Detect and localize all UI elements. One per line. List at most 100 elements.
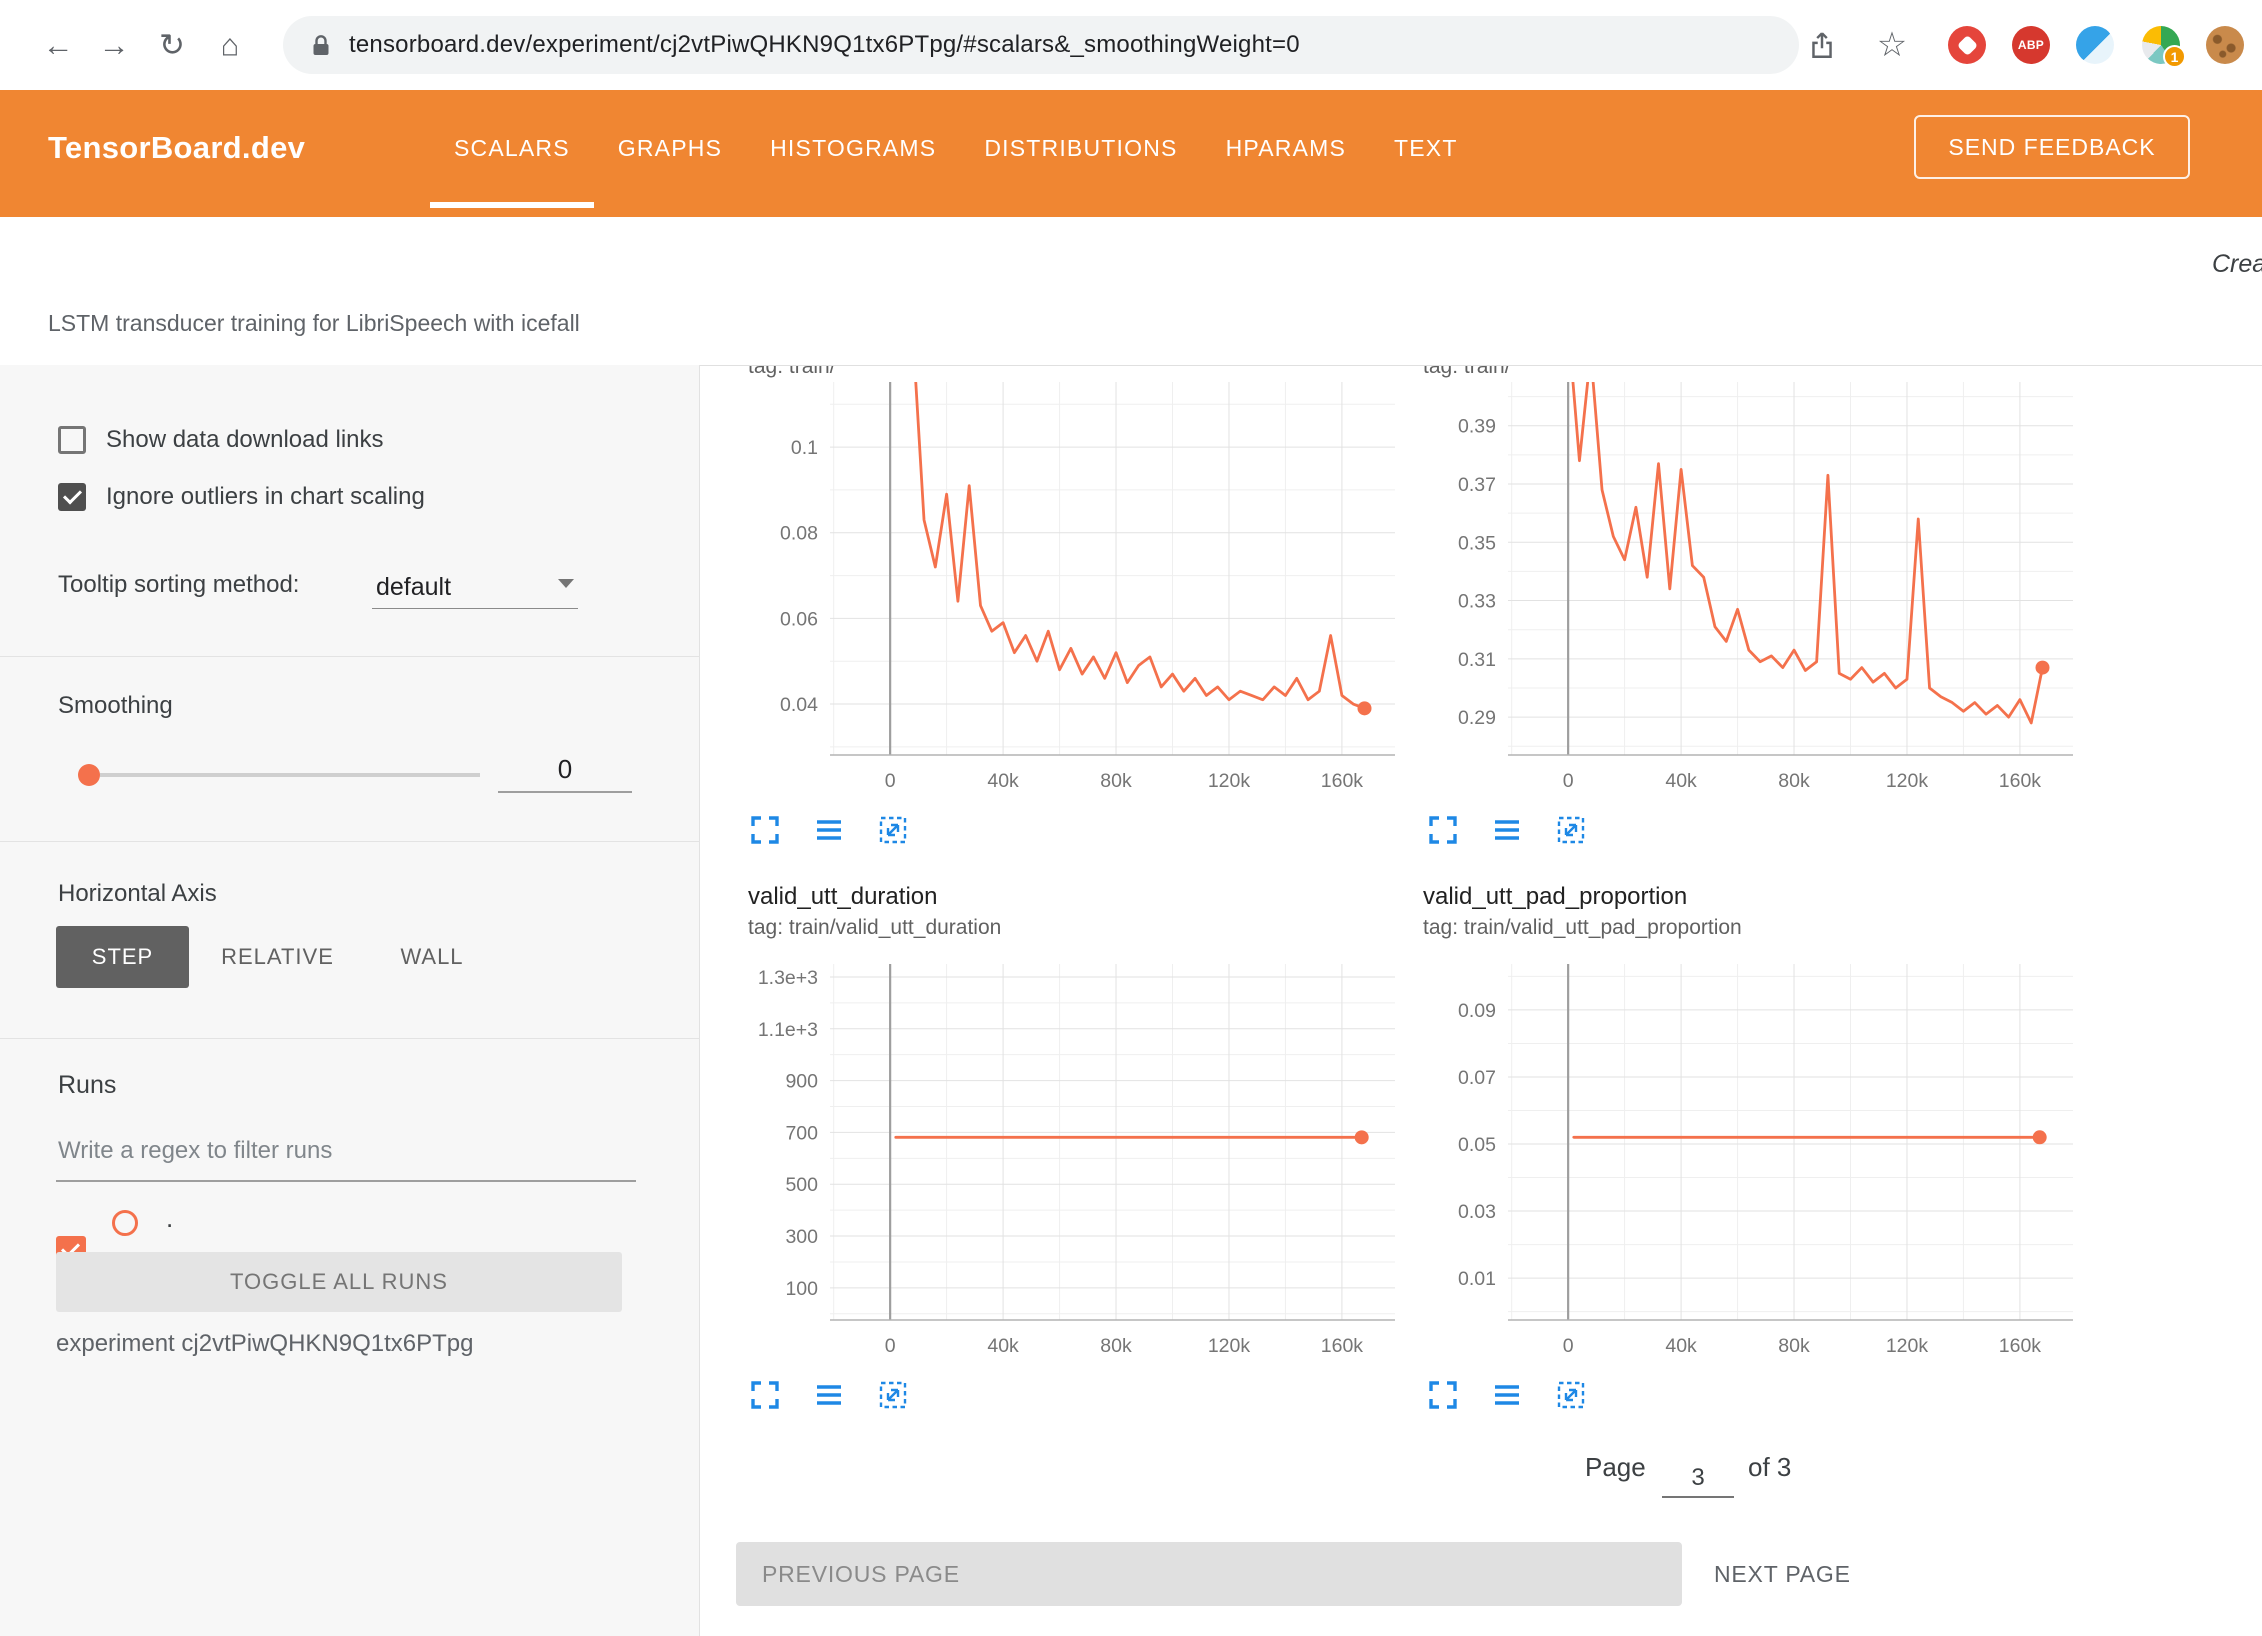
url-bar[interactable]: tensorboard.dev/experiment/cj2vtPiwQHKN9… (283, 16, 1799, 74)
fullscreen-icon[interactable] (1426, 1378, 1460, 1412)
chart-tag: tag: train/valid_utt_duration (748, 915, 1001, 941)
svg-text:0: 0 (1563, 770, 1574, 792)
smoothing-label: Smoothing (58, 692, 173, 720)
sidebar-divider (0, 841, 700, 842)
svg-text:1.3e+3: 1.3e+3 (758, 967, 818, 989)
svg-text:160k: 160k (1999, 770, 2042, 792)
nav-item-distributions[interactable]: DISTRIBUTIONS (984, 135, 1177, 162)
forward-button[interactable]: → (99, 30, 130, 61)
sidebar-divider (0, 1038, 700, 1039)
data-table-icon[interactable] (812, 1378, 846, 1412)
ignore-outliers-label: Ignore outliers in chart scaling (106, 483, 425, 511)
svg-text:0.03: 0.03 (1458, 1201, 1496, 1223)
svg-text:160k: 160k (1321, 770, 1364, 792)
svg-text:0.33: 0.33 (1458, 591, 1496, 613)
run-name-label: . (166, 1203, 173, 1234)
reload-button[interactable]: ↻ (159, 30, 185, 61)
svg-text:1.1e+3: 1.1e+3 (758, 1019, 818, 1041)
tensorboard-app: ← → ↻ ⌂ tensorboard.dev/experiment/cj2vt… (0, 0, 2262, 1636)
svg-text:160k: 160k (1999, 1335, 2042, 1357)
svg-text:0.39: 0.39 (1458, 416, 1496, 438)
nav-item-hparams[interactable]: HPARAMS (1226, 135, 1346, 162)
svg-text:40k: 40k (987, 770, 1019, 792)
nav-item-scalars[interactable]: SCALARS (454, 135, 570, 162)
svg-text:120k: 120k (1886, 1335, 1929, 1357)
next-page-button[interactable]: NEXT PAGE (1714, 1542, 1851, 1606)
fit-domain-icon[interactable] (876, 1378, 910, 1412)
extension-browser-icon[interactable] (2076, 26, 2114, 64)
profile-avatar[interactable]: 1 (2142, 26, 2180, 64)
data-table-icon[interactable] (812, 813, 846, 847)
smoothing-slider-thumb[interactable] (78, 764, 100, 786)
svg-text:0.29: 0.29 (1458, 707, 1496, 729)
svg-text:0.08: 0.08 (780, 523, 818, 545)
svg-text:900: 900 (785, 1071, 818, 1093)
runs-filter-input[interactable]: Write a regex to filter runs (58, 1137, 332, 1165)
cookie-icon[interactable] (2206, 26, 2244, 64)
share-icon[interactable] (1806, 29, 1838, 61)
send-feedback-button[interactable]: SEND FEEDBACK (1914, 115, 2190, 179)
chart-toolbar (748, 1378, 910, 1412)
svg-text:0: 0 (885, 770, 896, 792)
fullscreen-icon[interactable] (1426, 813, 1460, 847)
fullscreen-icon[interactable] (748, 813, 782, 847)
brand-logo[interactable]: TensorBoard.dev (48, 130, 305, 166)
nav-item-graphs[interactable]: GRAPHS (618, 135, 722, 162)
runs-filter-underline (56, 1180, 636, 1182)
bookmark-star-icon[interactable]: ☆ (1877, 28, 1907, 62)
scalar-chart-top-left[interactable]: 0.040.060.080.1040k80k120k160k (745, 378, 1410, 805)
runs-label: Runs (58, 1071, 116, 1099)
chart-valid-utt-pad-proportion[interactable]: 0.010.030.050.070.09040k80k120k160k (1423, 960, 2088, 1370)
axis-wall-button[interactable]: WALL (382, 926, 482, 988)
svg-text:300: 300 (785, 1226, 818, 1248)
svg-text:80k: 80k (1100, 770, 1132, 792)
toggle-all-runs-button[interactable]: TOGGLE ALL RUNS (56, 1252, 622, 1312)
smoothing-slider-track[interactable] (100, 773, 480, 777)
svg-text:0.37: 0.37 (1458, 474, 1496, 496)
smoothing-value-input[interactable]: 0 (498, 749, 632, 793)
tooltip-sorting-label: Tooltip sorting method: (58, 571, 299, 599)
svg-text:0.05: 0.05 (1458, 1134, 1496, 1156)
sidebar-divider (0, 656, 700, 657)
nav-item-histograms[interactable]: HISTOGRAMS (770, 135, 936, 162)
show-download-links-checkbox[interactable] (58, 426, 86, 454)
svg-text:0: 0 (885, 1335, 896, 1357)
svg-text:0.35: 0.35 (1458, 532, 1496, 554)
svg-text:120k: 120k (1208, 770, 1251, 792)
nav-item-text[interactable]: TEXT (1394, 135, 1458, 162)
svg-text:100: 100 (785, 1278, 818, 1300)
extension-abp-icon[interactable]: ABP (2012, 26, 2050, 64)
chart-valid-utt-duration[interactable]: 1003005007009001.1e+31.3e+3040k80k120k16… (745, 960, 1410, 1370)
run-color-swatch (112, 1210, 138, 1236)
ignore-outliers-checkbox[interactable] (58, 483, 86, 511)
page-of-label: of 3 (1748, 1452, 1791, 1483)
previous-page-button[interactable]: PREVIOUS PAGE (736, 1542, 1682, 1606)
url-text: tensorboard.dev/experiment/cj2vtPiwQHKN9… (349, 31, 1300, 59)
svg-text:80k: 80k (1778, 1335, 1810, 1357)
scalar-chart-top-right[interactable]: 0.290.310.330.350.370.39040k80k120k160k (1423, 378, 2088, 805)
extension-adblock-icon[interactable] (1948, 26, 1986, 64)
tooltip-sorting-value: default (376, 573, 451, 602)
back-button[interactable]: ← (43, 30, 74, 61)
svg-text:0.01: 0.01 (1458, 1268, 1496, 1290)
svg-text:80k: 80k (1778, 770, 1810, 792)
data-table-icon[interactable] (1490, 1378, 1524, 1412)
settings-sidebar: Show data download links Ignore outliers… (0, 365, 700, 1636)
axis-step-button[interactable]: STEP (56, 926, 189, 988)
tooltip-sorting-dropdown[interactable]: default (372, 557, 578, 609)
fit-domain-icon[interactable] (1554, 813, 1588, 847)
svg-text:120k: 120k (1208, 1335, 1251, 1357)
fullscreen-icon[interactable] (748, 1378, 782, 1412)
svg-text:80k: 80k (1100, 1335, 1132, 1357)
data-table-icon[interactable] (1490, 813, 1524, 847)
home-button[interactable]: ⌂ (221, 30, 240, 61)
svg-text:0.09: 0.09 (1458, 1000, 1496, 1022)
axis-relative-button[interactable]: RELATIVE (205, 926, 350, 988)
created-text: Crea (2212, 250, 2262, 279)
page-number-input[interactable]: 3 (1662, 1458, 1734, 1498)
show-download-links-label: Show data download links (106, 426, 384, 454)
svg-text:500: 500 (785, 1174, 818, 1196)
svg-text:160k: 160k (1321, 1335, 1364, 1357)
fit-domain-icon[interactable] (876, 813, 910, 847)
fit-domain-icon[interactable] (1554, 1378, 1588, 1412)
